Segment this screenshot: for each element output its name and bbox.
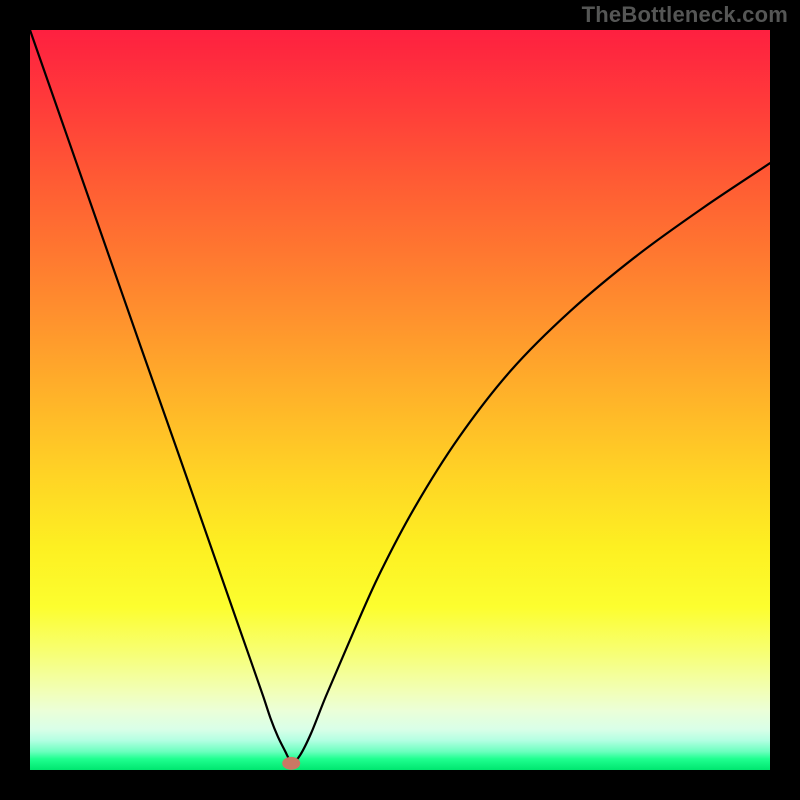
chart-svg — [30, 30, 770, 770]
chart-frame: TheBottleneck.com — [0, 0, 800, 800]
bottleneck-curve — [30, 30, 770, 763]
minimum-marker — [282, 757, 300, 770]
watermark-text: TheBottleneck.com — [582, 2, 788, 28]
plot-area — [30, 30, 770, 770]
